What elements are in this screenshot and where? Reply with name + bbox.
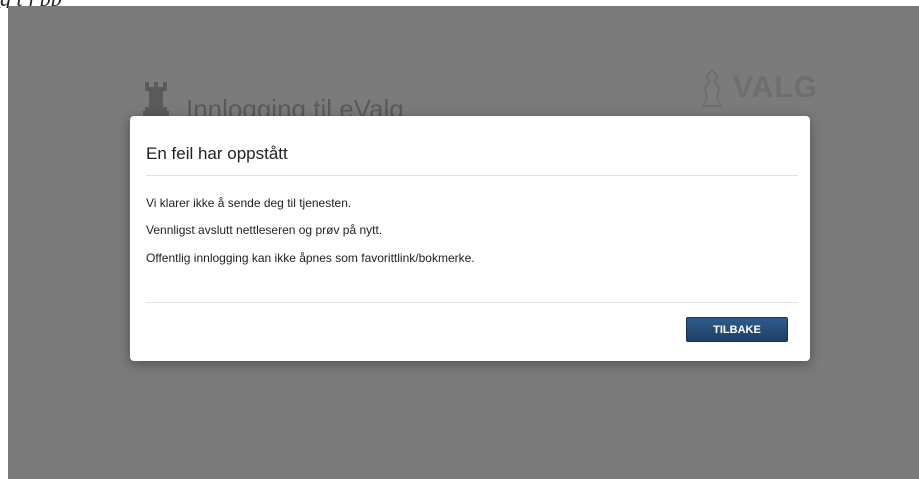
back-button[interactable]: TILBAKE — [686, 317, 788, 342]
lion-icon — [701, 68, 723, 107]
dialog-footer-divider — [146, 302, 798, 303]
error-dialog: En feil har oppstått Vi klarer ikke å se… — [130, 116, 810, 361]
crest-icon — [143, 82, 169, 116]
dialog-message-1: Vi klarer ikke å sende deg til tjenesten… — [146, 196, 352, 210]
dialog-message-2: Vennligst avslutt nettleseren og prøv på… — [146, 223, 383, 237]
logo-text: VALG — [732, 71, 818, 104]
dialog-header-divider — [146, 175, 798, 176]
dialog-message-3: Offentlig innlogging kan ikke åpnes som … — [146, 251, 475, 265]
screen: Innlogging til eValg VALG En feil har op… — [8, 6, 919, 479]
background-logo: VALG — [699, 68, 818, 108]
dialog-title: En feil har oppstått — [146, 144, 288, 163]
